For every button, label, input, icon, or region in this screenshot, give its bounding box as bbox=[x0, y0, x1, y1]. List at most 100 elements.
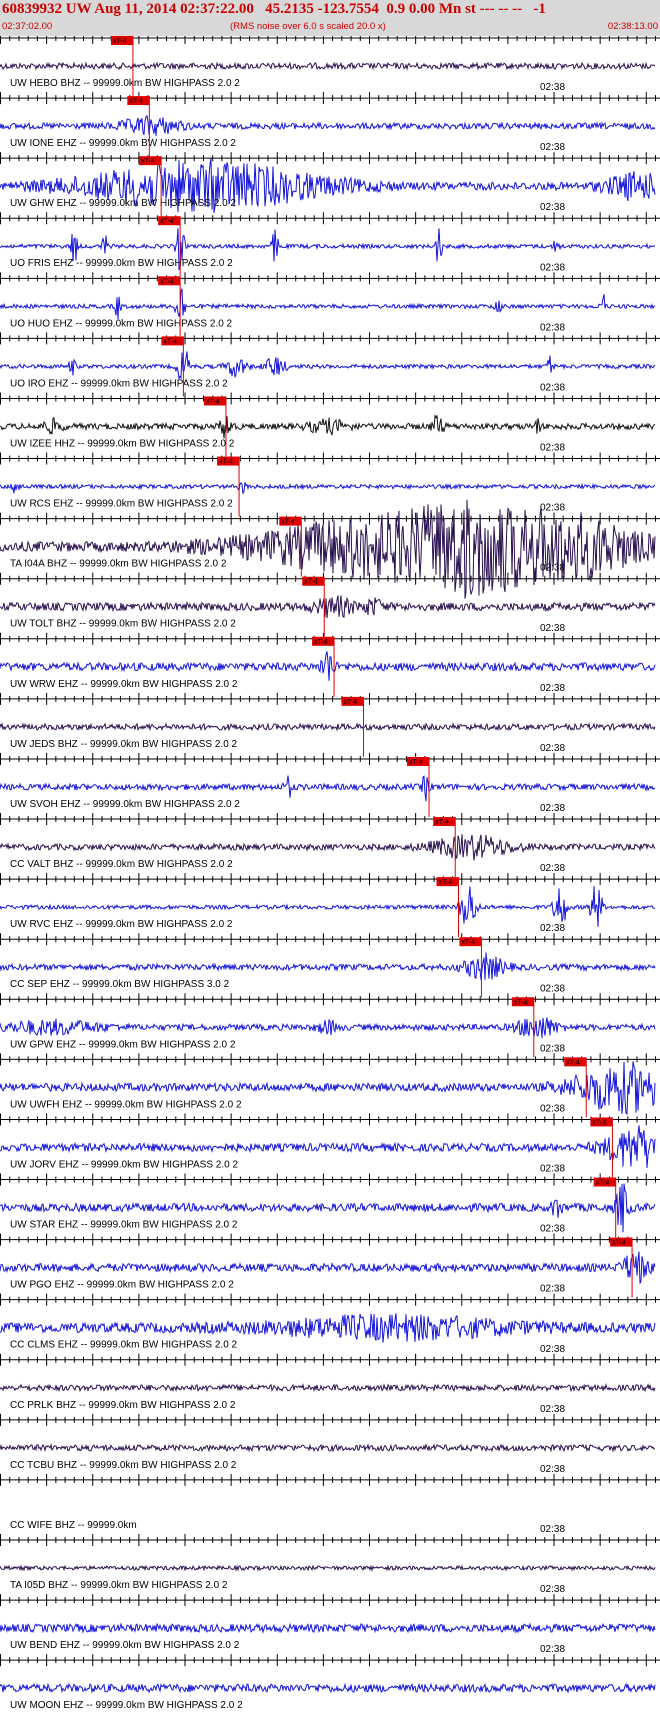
pick-flag-label: xT-4 bbox=[206, 398, 220, 405]
pick-flag-label: xT-4 bbox=[612, 1240, 626, 1247]
waveform-trace bbox=[0, 721, 656, 732]
channel-label: UW JORV EHZ -- 99999.0km BW HIGHPASS 2.0… bbox=[10, 1159, 238, 1170]
minute-label: 02:38 bbox=[540, 743, 565, 754]
minute-label: 02:38 bbox=[540, 322, 565, 333]
minute-label: 02:38 bbox=[540, 382, 565, 393]
channel-label: UW MOON EHZ -- 99999.0km BW HIGHPASS 2.0… bbox=[10, 1700, 243, 1711]
channel-label: UW TOLT BHZ -- 99999.0km BW HIGHPASS 2.0… bbox=[10, 619, 236, 630]
minute-label: 02:38 bbox=[540, 503, 565, 514]
minute-label: 02:38 bbox=[540, 1344, 565, 1355]
pick-flag-label: xT-4 bbox=[160, 278, 174, 285]
waveform-trace bbox=[0, 114, 656, 136]
event-title: 60839932 UW Aug 11, 2014 02:37:22.00 45.… bbox=[2, 1, 546, 17]
channel-label: CC TCBU BHZ -- 99999.0km BW HIGHPASS 2.0… bbox=[10, 1460, 237, 1471]
channel-label: UO HUO EHZ -- 99999.0km BW HIGHPASS 2.0 … bbox=[10, 318, 233, 329]
minute-label: 02:38 bbox=[540, 262, 565, 273]
minute-label: 02:38 bbox=[540, 142, 565, 153]
waveform-trace bbox=[0, 1622, 656, 1634]
waveform-trace bbox=[0, 351, 656, 381]
pick-flag-label: xT-4 bbox=[596, 1180, 610, 1187]
waveform-trace bbox=[0, 1382, 656, 1393]
channel-label: UW GHW EHZ -- 99999.0km BW HIGHPASS 2.0 … bbox=[10, 198, 236, 209]
waveform-trace bbox=[0, 651, 656, 681]
channel-label: UW PGO EHZ -- 99999.0km BW HIGHPASS 2.0 … bbox=[10, 1280, 234, 1291]
minute-label: 02:38 bbox=[540, 1043, 565, 1054]
minute-label: 02:38 bbox=[540, 803, 565, 814]
noise-scale-note: (RMS noise over 6.0 s scaled 20.0 x) bbox=[230, 21, 386, 32]
channel-label: UW GPW EHZ -- 99999.0km BW HIGHPASS 2.0 … bbox=[10, 1039, 236, 1050]
channel-label: UO FRIS EHZ -- 99999.0km BW HIGHPASS 2.0… bbox=[10, 258, 233, 269]
waveform-trace bbox=[0, 1313, 656, 1343]
channel-label: TA I05D BHZ -- 99999.0km BW HIGHPASS 2.0… bbox=[10, 1580, 228, 1591]
pick-flag-label: xT-4 bbox=[129, 98, 143, 105]
channel-label: UW BEND EHZ -- 99999.0km BW HIGHPASS 2.0… bbox=[10, 1640, 240, 1651]
pick-flag-label: xT-4 bbox=[219, 459, 233, 466]
channel-label: UW HEBO BHZ -- 99999.0km BW HIGHPASS 2.0… bbox=[10, 78, 240, 89]
waveform-trace bbox=[0, 834, 656, 861]
channel-label: CC CLMS EHZ -- 99999.0km BW HIGHPASS 2.0… bbox=[10, 1340, 238, 1351]
waveform-trace bbox=[0, 1682, 656, 1694]
minute-label: 02:38 bbox=[540, 1404, 565, 1415]
minute-label: 02:38 bbox=[540, 683, 565, 694]
waveform-trace bbox=[0, 1442, 655, 1453]
minute-label: 02:38 bbox=[540, 443, 565, 454]
pick-flag-label: xT-4 bbox=[314, 639, 328, 646]
pick-flag-label: xT-4 bbox=[435, 819, 449, 826]
minute-label: 02:38 bbox=[540, 1644, 565, 1655]
waveform-trace bbox=[0, 288, 656, 320]
minute-label: 02:38 bbox=[540, 82, 565, 93]
pick-flag-label: xT-4 bbox=[304, 579, 318, 586]
end-time-label: 02:38:13.00 bbox=[607, 21, 658, 32]
plot-header: 60839932 UW Aug 11, 2014 02:37:22.00 45.… bbox=[0, 0, 660, 36]
minute-label: 02:38 bbox=[540, 863, 565, 874]
pick-flag-label: xT-4 bbox=[514, 999, 528, 1006]
pick-flag-label: xT-4 bbox=[439, 879, 453, 886]
minute-label: 02:38 bbox=[540, 983, 565, 994]
pick-flag-label: xT-4 bbox=[163, 338, 177, 345]
minute-label: 02:38 bbox=[540, 1224, 565, 1235]
channel-label: UO IRO EHZ -- 99999.0km BW HIGHPASS 2.0 … bbox=[10, 378, 228, 389]
waveform-trace bbox=[0, 1017, 656, 1038]
channel-label: CC SEP EHZ -- 99999.0km BW HIGHPASS 3.0 … bbox=[10, 979, 230, 990]
channel-label: UW IONE EHZ -- 99999.0km BW HIGHPASS 2.0… bbox=[10, 138, 236, 149]
pick-flag-label: xT-4 bbox=[113, 38, 127, 45]
channel-label: UW IZEE HHZ -- 99999.0km BW HIGHPASS 2.0… bbox=[10, 438, 235, 449]
start-time-label: 02:37:02.00 bbox=[2, 21, 53, 32]
channel-label: UW WRW EHZ -- 99999.0km BW HIGHPASS 2.0 … bbox=[10, 679, 238, 690]
minute-label: 02:38 bbox=[540, 623, 565, 634]
channel-label: UW RVC EHZ -- 99999.0km BW HIGHPASS 2.0 … bbox=[10, 919, 233, 930]
channel-label: UW SVOH EHZ -- 99999.0km BW HIGHPASS 2.0… bbox=[10, 799, 240, 810]
minute-label: 02:38 bbox=[540, 202, 565, 213]
channel-label: CC VALT BHZ -- 99999.0km BW HIGHPASS 2.0… bbox=[10, 859, 233, 870]
channel-label: CC PRLK BHZ -- 99999.0km BW HIGHPASS 2.0… bbox=[10, 1400, 236, 1411]
pick-flag-label: xT-4 bbox=[344, 699, 358, 706]
waveform-trace bbox=[0, 61, 656, 71]
channel-label: UW RCS EHZ -- 99999.0km BW HIGHPASS 2.0 … bbox=[10, 499, 233, 510]
pick-flag-label: xT-4 bbox=[281, 519, 295, 526]
pick-flag-label: xT-4 bbox=[160, 218, 174, 225]
seismogram-plot: 02:38 02:38 02:38 02:38 02:38 02:38 02:38 02:38… bbox=[0, 36, 660, 1711]
channel-label: CC WIFE BHZ -- 99999.0km bbox=[10, 1520, 137, 1531]
minute-label: 02:38 bbox=[540, 923, 565, 934]
waveform-trace bbox=[0, 595, 656, 619]
minute-label: 02:38 bbox=[540, 1464, 565, 1475]
pick-flag-label: xT-4 bbox=[461, 939, 475, 946]
waveform-trace bbox=[0, 1564, 656, 1572]
pick-flag-label: xT-4 bbox=[141, 158, 155, 165]
pick-flag-label: xT-4 bbox=[592, 1119, 606, 1126]
pick-flag-label: xT-4 bbox=[566, 1059, 580, 1066]
minute-label: 02:38 bbox=[540, 1584, 565, 1595]
channel-label: TA I04A BHZ -- 99999.0km BW HIGHPASS 2.0… bbox=[10, 559, 227, 570]
minute-label: 02:38 bbox=[540, 1103, 565, 1114]
channel-label: UW STAR EHZ -- 99999.0km BW HIGHPASS 2.0… bbox=[10, 1220, 238, 1231]
minute-label: 02:38 bbox=[540, 1524, 565, 1535]
waveform-trace bbox=[0, 775, 656, 802]
waveform-trace bbox=[0, 413, 656, 439]
waveform-trace bbox=[0, 482, 656, 494]
minute-label: 02:38 bbox=[540, 1284, 565, 1295]
pick-flag-label: xT-4 bbox=[409, 759, 423, 766]
waveform-trace bbox=[0, 952, 656, 980]
minute-label: 02:38 bbox=[540, 1164, 565, 1175]
channel-label: UW UWFH EHZ -- 99999.0km BW HIGHPASS 2.0… bbox=[10, 1099, 242, 1110]
waveform-trace bbox=[0, 499, 656, 599]
